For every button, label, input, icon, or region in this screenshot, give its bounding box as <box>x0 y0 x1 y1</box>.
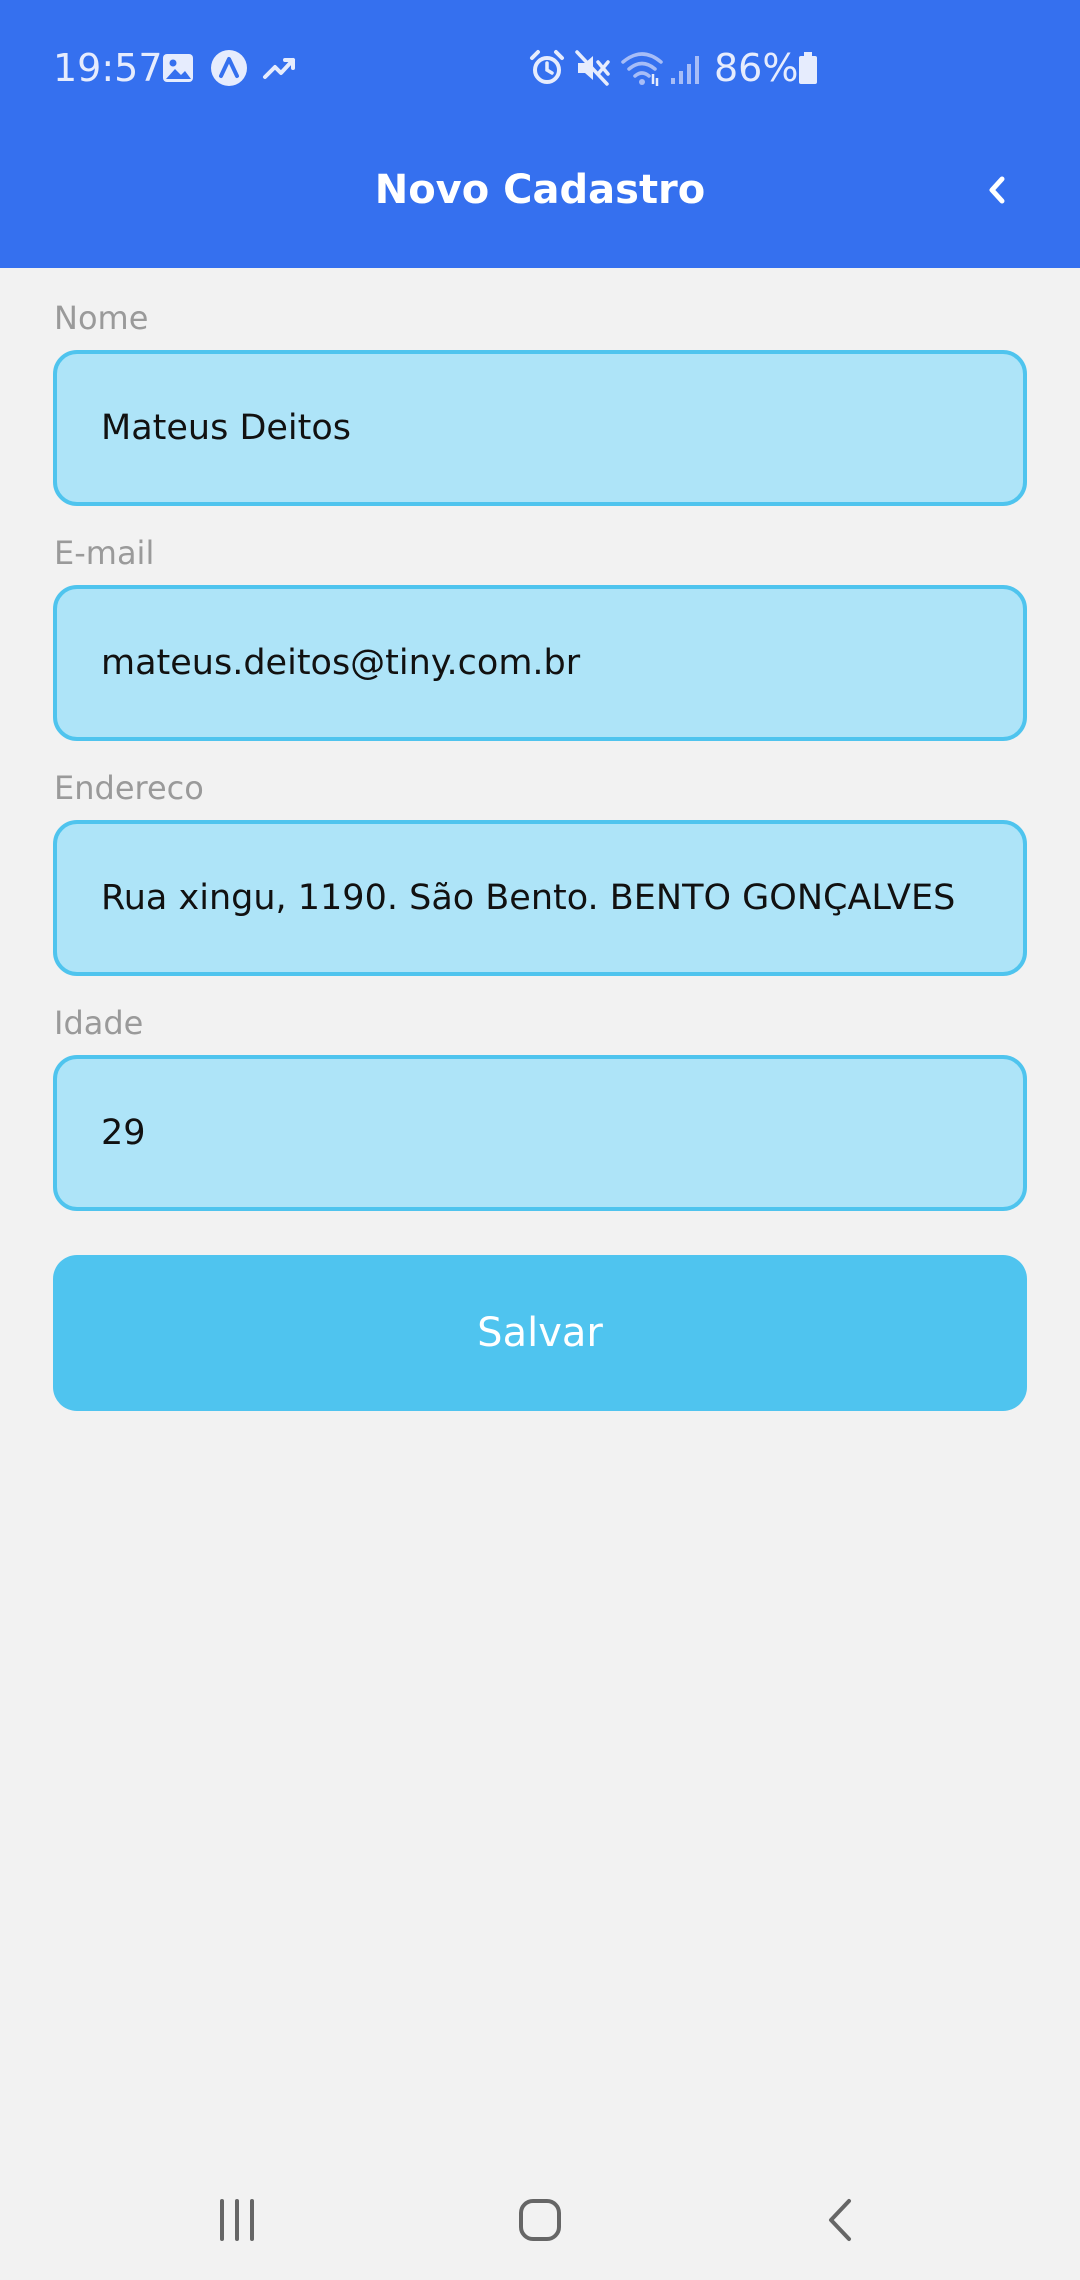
page-title: Novo Cadastro <box>374 167 706 213</box>
trending-icon <box>263 58 295 79</box>
system-nav-bar <box>0 2160 1080 2280</box>
home-icon <box>519 2199 561 2241</box>
address-label: Endereco <box>54 769 204 807</box>
address-field[interactable] <box>53 820 1027 976</box>
image-icon <box>163 54 193 82</box>
wifi-icon <box>621 52 663 86</box>
battery-icon <box>799 52 817 84</box>
email-field[interactable] <box>53 585 1027 741</box>
nav-back-button[interactable] <box>782 2180 902 2260</box>
status-bar: 19:57 86% <box>0 0 1080 135</box>
age-label: Idade <box>54 1004 144 1042</box>
signal-icon <box>671 56 699 84</box>
back-button[interactable] <box>960 158 1034 222</box>
name-field[interactable] <box>53 350 1027 506</box>
alarm-icon <box>530 50 564 84</box>
save-button[interactable]: Salvar <box>53 1255 1027 1411</box>
recent-apps-button[interactable] <box>177 2180 297 2260</box>
age-field[interactable] <box>53 1055 1027 1211</box>
recent-apps-icon <box>220 2199 254 2241</box>
back-icon <box>829 2199 851 2241</box>
app-notification-icon <box>211 50 247 86</box>
chevron-left-icon <box>989 176 1005 204</box>
name-label: Nome <box>54 299 149 337</box>
battery-percent: 86% <box>714 46 799 90</box>
status-time: 19:57 <box>53 46 163 90</box>
app-header: 19:57 86% Novo Cadastro <box>0 0 1080 268</box>
email-label: E-mail <box>54 534 155 572</box>
home-button[interactable] <box>480 2180 600 2260</box>
mute-icon <box>575 50 610 86</box>
